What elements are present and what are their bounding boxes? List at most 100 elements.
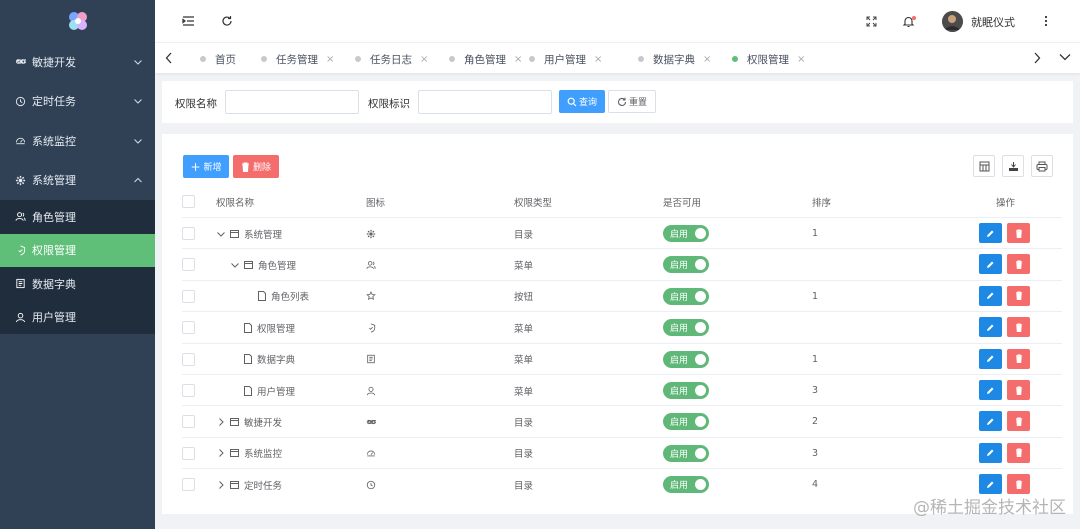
enabled-switch[interactable]: 启用: [663, 476, 709, 494]
enabled-switch[interactable]: 启用: [663, 413, 709, 431]
edit-button[interactable]: [979, 254, 1002, 275]
tab-5[interactable]: 数据字典 ×: [638, 51, 711, 67]
delete-row-button[interactable]: [1007, 223, 1030, 243]
refresh-icon[interactable]: [219, 13, 235, 29]
edit-button[interactable]: [979, 380, 1002, 400]
permission-name: 角色管理: [258, 260, 297, 272]
sidebar-item-3[interactable]: 系统管理: [0, 161, 155, 201]
avatar[interactable]: [942, 11, 963, 32]
edit-button[interactable]: [979, 474, 1002, 495]
sidebar-item-1[interactable]: 定时任务: [0, 82, 155, 122]
delete-row-button[interactable]: [1007, 317, 1030, 338]
chevron-right-icon[interactable]: [216, 448, 226, 458]
tab-6[interactable]: 权限管理 ×: [732, 51, 805, 67]
enabled-switch[interactable]: 启用: [663, 382, 709, 399]
sidebar-item-0[interactable]: 敏捷开发: [0, 42, 155, 82]
edit-button[interactable]: [979, 223, 1002, 243]
chevron-down-icon[interactable]: [216, 229, 226, 239]
row-checkbox[interactable]: [182, 321, 195, 335]
edit-button[interactable]: [979, 285, 1002, 306]
switch-knob: [695, 259, 706, 271]
close-icon[interactable]: ×: [326, 54, 334, 65]
enabled-switch[interactable]: 启用: [663, 287, 709, 305]
permission-code-input[interactable]: [418, 90, 552, 114]
close-icon[interactable]: ×: [594, 54, 602, 65]
row-checkbox[interactable]: [182, 384, 195, 397]
sidebar-subitem-0[interactable]: 角色管理: [0, 200, 155, 234]
switch-knob: [695, 447, 706, 459]
header-enabled[interactable]: 是否可用: [663, 186, 701, 217]
delete-button[interactable]: 删除: [233, 155, 279, 178]
fullscreen-icon[interactable]: [863, 13, 879, 29]
sidebar-subitem-2[interactable]: 数据字典: [0, 267, 155, 301]
delete-row-button[interactable]: [1007, 348, 1030, 369]
chevron-down-icon[interactable]: [230, 260, 240, 270]
edit-button[interactable]: [979, 317, 1002, 338]
tab-label: 任务管理: [276, 53, 318, 66]
row-checkbox[interactable]: [182, 227, 195, 240]
columns-toggle-button[interactable]: [973, 155, 995, 177]
tags-scroll-right-icon[interactable]: [1033, 52, 1041, 67]
export-button[interactable]: [1002, 155, 1024, 177]
bell-icon[interactable]: [901, 13, 917, 29]
row-checkbox[interactable]: [182, 446, 195, 460]
row-select-cell: [182, 406, 195, 437]
logo[interactable]: [0, 0, 155, 42]
delete-row-button[interactable]: [1007, 380, 1030, 400]
hamburger-icon[interactable]: [180, 13, 196, 29]
more-vertical-icon[interactable]: [1038, 13, 1054, 29]
enabled-switch[interactable]: 启用: [663, 256, 709, 274]
select-all-checkbox[interactable]: [182, 195, 195, 208]
enabled-switch[interactable]: 启用: [663, 350, 709, 368]
table-row: 系统管理 目录 启用 1: [182, 217, 1062, 248]
tab-4[interactable]: 用户管理 ×: [529, 51, 602, 67]
sidebar-item-2[interactable]: 系统监控: [0, 121, 155, 161]
add-button[interactable]: + 新增: [183, 155, 229, 178]
permission-name-input[interactable]: [225, 90, 359, 114]
reset-button[interactable]: 重置: [608, 90, 656, 113]
delete-row-button[interactable]: [1007, 254, 1030, 275]
search-button[interactable]: 查询: [559, 90, 605, 113]
header-icon[interactable]: 图标: [366, 186, 385, 217]
name-cell: 权限管理: [230, 312, 295, 343]
enabled-switch[interactable]: 启用: [663, 225, 709, 242]
header-sort[interactable]: 排序: [812, 186, 831, 217]
delete-row-button[interactable]: [1007, 411, 1030, 432]
chevron-right-icon[interactable]: [216, 417, 226, 427]
tab-0[interactable]: 首页: [200, 51, 236, 67]
tags-dropdown-icon[interactable]: [1059, 53, 1071, 64]
row-checkbox[interactable]: [182, 478, 195, 492]
print-button[interactable]: [1031, 155, 1053, 177]
row-checkbox[interactable]: [182, 415, 195, 429]
edit-button[interactable]: [979, 411, 1002, 432]
delete-button-label: 删除: [252, 163, 271, 173]
close-icon[interactable]: ×: [514, 54, 522, 65]
sidebar-subitem-1[interactable]: 权限管理: [0, 233, 155, 267]
edit-button[interactable]: [979, 442, 1002, 463]
close-icon[interactable]: ×: [797, 54, 805, 65]
switch-label: 启用: [670, 230, 689, 240]
tab-2[interactable]: 任务日志 ×: [355, 51, 428, 67]
row-checkbox[interactable]: [182, 352, 195, 366]
tab-1[interactable]: 任务管理 ×: [261, 51, 334, 67]
delete-row-button[interactable]: [1007, 285, 1030, 306]
pencil-icon: [987, 324, 994, 331]
tags-scroll-left-icon[interactable]: [165, 52, 173, 67]
enabled-switch[interactable]: 启用: [663, 319, 709, 337]
close-icon[interactable]: ×: [703, 54, 711, 65]
username[interactable]: 就眠仪式: [971, 14, 1015, 30]
delete-row-button[interactable]: [1007, 474, 1030, 495]
row-checkbox[interactable]: [182, 289, 195, 303]
name-cell: 角色管理: [230, 249, 296, 280]
edit-button[interactable]: [979, 348, 1002, 369]
enabled-switch[interactable]: 启用: [663, 444, 709, 462]
sidebar-subitem-3[interactable]: 用户管理: [0, 301, 155, 335]
chevron-right-icon[interactable]: [216, 480, 226, 490]
enabled-cell: 启用: [663, 281, 709, 312]
row-checkbox[interactable]: [182, 258, 195, 272]
delete-row-button[interactable]: [1007, 442, 1030, 463]
header-name[interactable]: 权限名称: [216, 186, 254, 217]
close-icon[interactable]: ×: [420, 54, 428, 65]
header-type[interactable]: 权限类型: [514, 186, 552, 217]
tab-3[interactable]: 角色管理 ×: [449, 51, 522, 67]
